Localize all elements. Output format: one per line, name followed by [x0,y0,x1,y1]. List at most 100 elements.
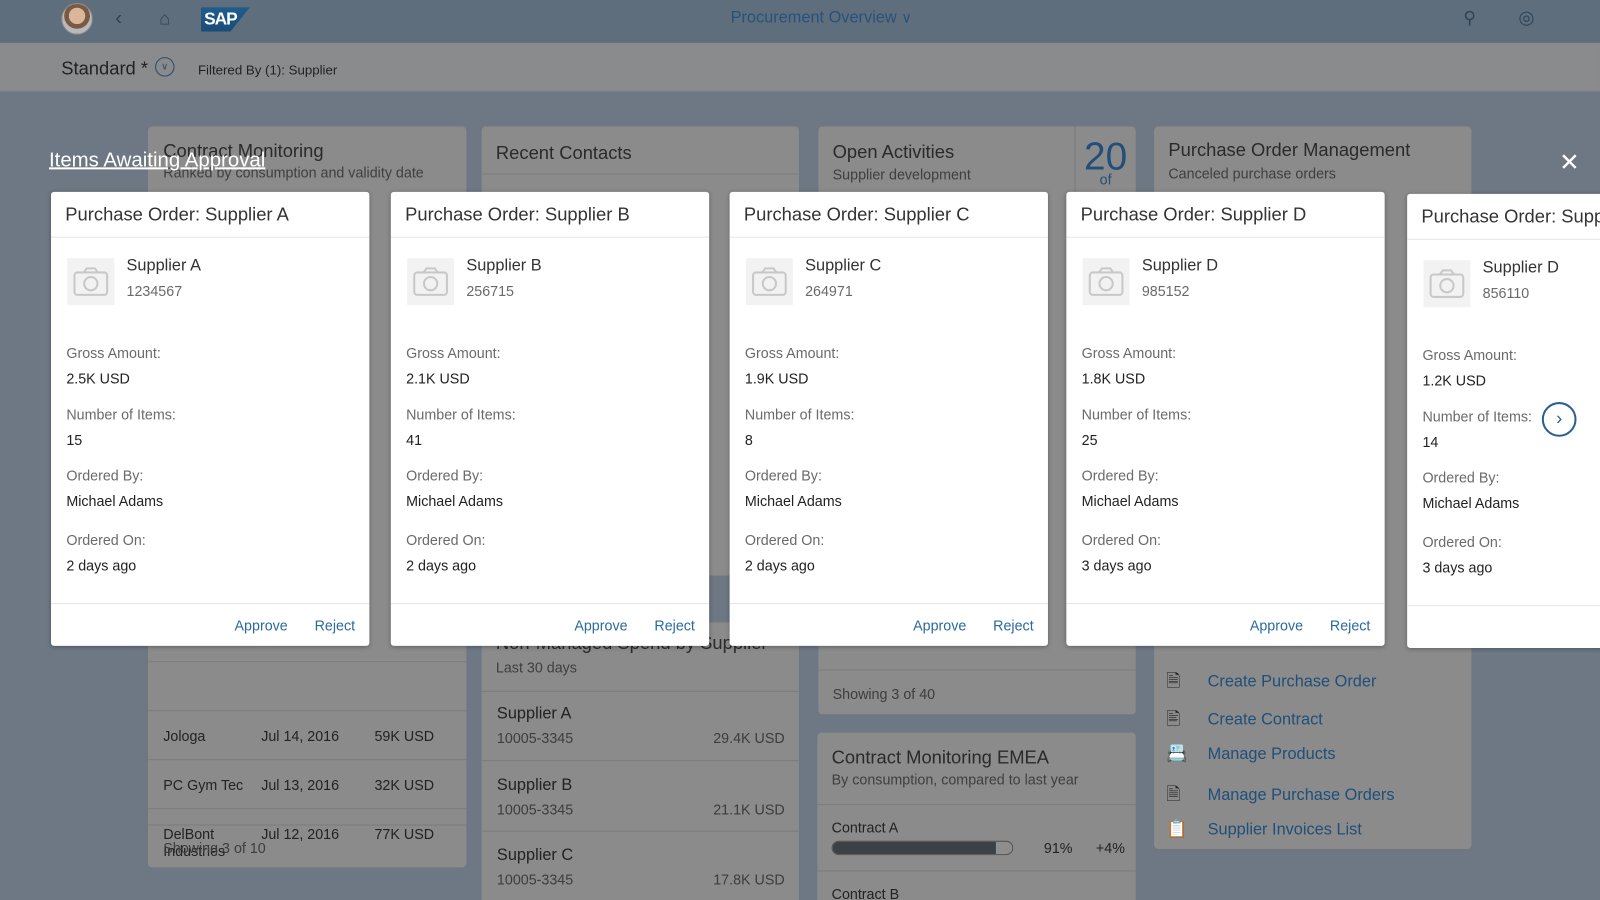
footer-text: Showing 3 of 40 [832,685,936,703]
tile-title: Purchase Order Management [1168,139,1411,161]
camera-icon [1082,258,1130,306]
contract-icon: 🖹 [1166,709,1181,729]
chevron-right-icon[interactable]: › [1541,402,1577,437]
chevron-down-icon[interactable]: ∨ [155,57,175,77]
reject-button[interactable]: Reject [654,617,694,633]
search-icon[interactable]: ⚲ [1463,8,1476,28]
contract-delta: +4% [1095,839,1125,857]
tile-subtitle: Supplier development [832,166,971,183]
link-manage-products[interactable]: 📇 Manage Products [1166,744,1335,768]
supplier-id: 264971 [805,282,853,299]
tile-subtitle: Canceled purchase orders [1168,165,1336,182]
items-value: 25 [1081,431,1098,448]
items-label: Number of Items: [1422,408,1533,425]
ordered-by-value: Michael Adams [66,492,164,510]
ordered-on-value: 3 days ago [1422,559,1493,576]
copilot-icon[interactable]: ◎ [1518,7,1534,28]
link-create-purchase-order[interactable]: 🗎 Create Purchase Order [1166,668,1376,692]
contract-name: Contract B [831,885,900,900]
tile-subtitle: By consumption, compared to last year [831,771,1079,788]
contract-percent: 91% [1043,839,1073,857]
link-create-contract[interactable]: 🖹 Create Contract [1166,706,1323,730]
gross-amount-label: Gross Amount: [1422,346,1517,364]
items-value: 8 [744,431,753,448]
supplier-name: Supplier C [496,846,574,865]
ordered-on-value: 2 days ago [66,557,137,574]
progress-fill [832,841,997,855]
approve-button[interactable]: Approve [1250,617,1303,633]
approve-button[interactable]: Approve [235,617,288,633]
camera-icon [407,258,455,306]
link-label: Create Contract [1207,711,1323,729]
purchase-order-card[interactable]: Purchase Order: Supplier A Supplier A 12… [51,191,370,646]
ordered-by-label: Ordered By: [744,467,822,484]
row-date: Jul 13, 2016 [261,776,340,793]
card-title: Purchase Order: Supplier A [51,192,370,238]
avatar[interactable] [61,3,93,35]
sap-logo[interactable]: SAP [201,7,250,32]
divider [147,661,467,663]
list-item[interactable]: Supplier B 10005-3345 21.1K USD [481,760,799,830]
items-label: Number of Items: [744,406,855,423]
ordered-on-value: 2 days ago [406,557,477,574]
card-footer: Approve Reject [1066,603,1385,646]
table-row[interactable]: PC Gym Tec Jul 13, 2016 32K USD [147,759,467,808]
supplier-name: Supplier C [805,257,882,275]
card-footer: Approve Reject [390,603,710,646]
items-value: 41 [406,431,423,448]
supplier-name: Supplier A [126,257,201,275]
dialog-title[interactable]: Items Awaiting Approval [49,149,265,172]
list-item[interactable]: Supplier A 10005-3345 29.4K USD [481,690,799,760]
supplier-name: Supplier B [466,257,542,275]
contract-row[interactable]: Contract A 91% +4% [817,804,1136,870]
link-supplier-invoices-list[interactable]: 📋 Supplier Invoices List [1166,819,1362,843]
ordered-on-label: Ordered On: [744,531,825,548]
table-row[interactable]: Jologa Jul 14, 2016 59K USD [147,710,467,759]
supplier-invoice-icon: 📋 [1166,819,1188,839]
chevron-down-icon: ∨ [901,9,912,26]
back-icon[interactable]: ‹ [115,7,122,30]
purchase-order-card[interactable]: Purchase Order: Supplier C Supplier C 26… [729,191,1048,646]
purchase-orders-icon: 🗎 [1166,784,1181,805]
tile-footer: Showing 3 of 10 [147,824,467,867]
supplier-name: Supplier B [496,776,573,794]
row-amount: 32K USD [374,776,435,793]
divider [481,173,799,175]
approve-button[interactable]: Approve [913,617,966,633]
home-icon[interactable]: ⌂ [159,8,170,29]
purchase-order-card[interactable]: Purchase Order: Supplier B Supplier B 25… [390,191,710,646]
gross-amount-value: 1.9K USD [744,370,809,387]
gross-amount-label: Gross Amount: [744,344,840,362]
reject-button[interactable]: Reject [993,617,1033,633]
row-amount: 59K USD [374,727,435,744]
tile-contract-monitoring-emea[interactable]: Contract Monitoring EMEA By consumption,… [817,732,1136,900]
ordered-on-value: 2 days ago [744,557,815,574]
contract-row[interactable]: Contract B [817,870,1136,900]
camera-icon [745,258,793,306]
gross-amount-label: Gross Amount: [406,344,501,362]
tile-non-managed-spend[interactable]: Non-Managed Spend by Supplier Last 30 da… [481,622,799,900]
supplier-amount: 29.4K USD [713,729,785,746]
reject-button[interactable]: Reject [1330,617,1370,633]
variant-selector[interactable]: Standard * [61,58,148,79]
card-footer [1407,605,1600,648]
supplier-id: 10005-3345 [496,801,574,818]
ordered-by-value: Michael Adams [1422,494,1520,512]
close-icon[interactable]: ✕ [1559,148,1580,178]
camera-icon [1423,260,1471,308]
tile-title: Open Activities [832,141,955,163]
filtered-by-text: Filtered By (1): Supplier [197,62,338,78]
ordered-by-value: Michael Adams [744,492,842,510]
contract-name: Contract A [831,819,899,836]
link-manage-purchase-orders[interactable]: 🗎 Manage Purchase Orders [1166,782,1394,806]
app-title-menu[interactable]: Procurement Overview ∨ [731,9,912,27]
tile-subtitle: Last 30 days [495,659,577,676]
supplier-id: 256715 [466,282,514,299]
gross-amount-value: 1.8K USD [1081,370,1146,387]
items-label: Number of Items: [66,406,176,423]
purchase-order-card[interactable]: Purchase Order: Supplier D Supplier D 98… [1066,191,1385,646]
list-item[interactable]: Supplier C 10005-3345 17.8K USD [481,830,799,900]
approve-button[interactable]: Approve [574,617,627,633]
reject-button[interactable]: Reject [315,617,355,633]
supplier-id: 1234567 [126,282,183,299]
